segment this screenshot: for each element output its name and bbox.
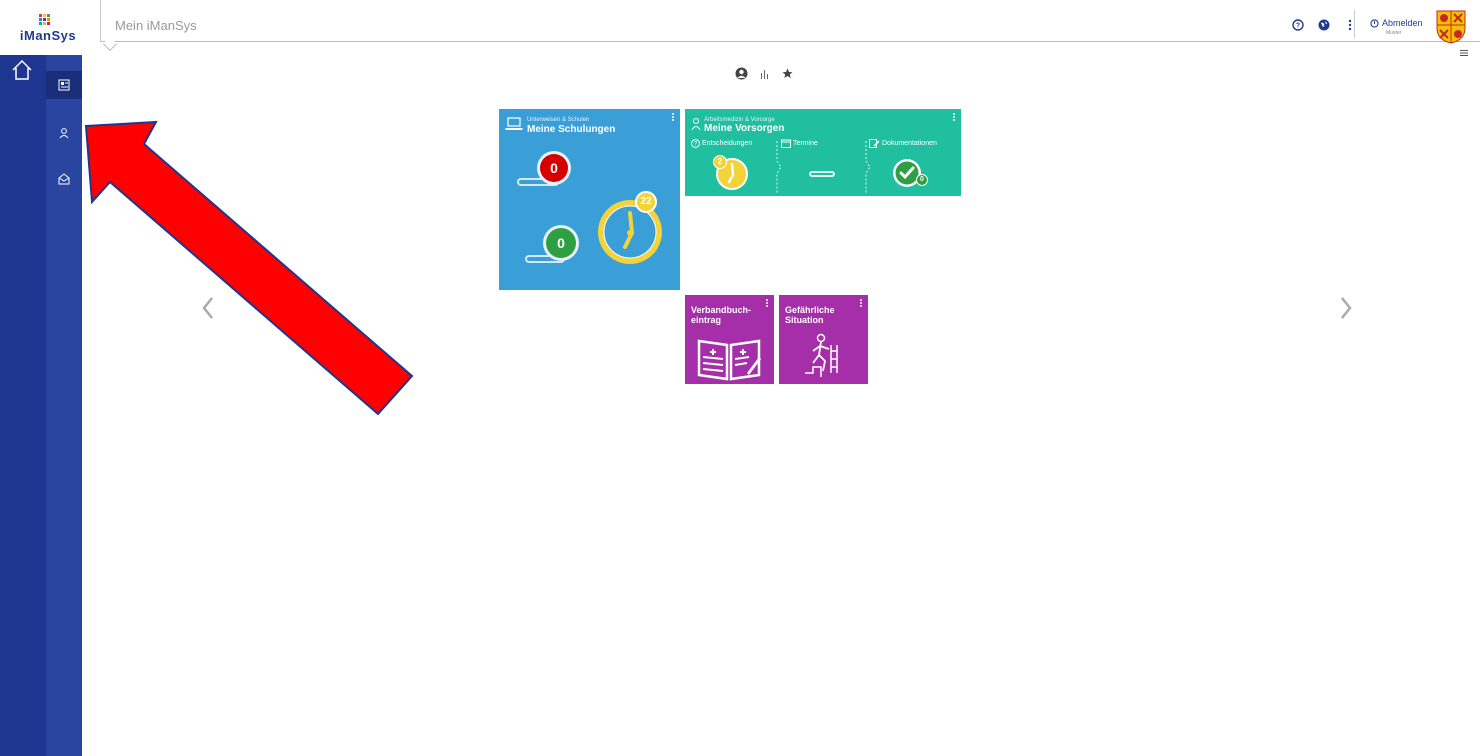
header-icons: ? (1292, 19, 1356, 31)
logo-text: iManSys (19, 28, 77, 43)
tile-title-line2: Situation (785, 315, 824, 325)
hamburger-icon[interactable] (1460, 48, 1468, 60)
documented-count-badge: 0 (916, 174, 928, 186)
user-name: Muster (1386, 30, 1402, 36)
tile-title-line1: Verbandbuch- (691, 305, 752, 315)
tile-title-line1: Gefährliche (785, 305, 835, 315)
tile-verbandbuch-eintrag[interactable]: Verbandbuch- eintrag (685, 295, 774, 384)
completed-count-badge: 0 (546, 228, 576, 258)
app-logo[interactable]: iManSys (6, 8, 90, 46)
section-dokumentationen[interactable]: Dokumentationen (869, 139, 937, 148)
laptop-icon (505, 117, 523, 130)
sidebar-submenu (46, 55, 82, 756)
page-title: Mein iManSys (115, 18, 197, 33)
sidebar-item-user[interactable] (46, 119, 82, 147)
view-toolbar (735, 67, 793, 82)
star-icon[interactable] (782, 68, 793, 81)
overdue-count-badge: 0 (540, 154, 568, 182)
section-divider (776, 141, 782, 193)
tile-meine-schulungen[interactable]: Unterweisen & Schulen Meine Schulungen 0… (499, 109, 680, 290)
section-termine[interactable]: Termine (781, 139, 818, 148)
power-icon (1370, 18, 1379, 28)
red-arrow-shape (84, 120, 414, 416)
first-aid-book-icon (697, 339, 761, 381)
doctor-icon (691, 118, 701, 131)
section-label: Dokumentationen (882, 140, 937, 147)
help-icon[interactable]: ? (1292, 19, 1304, 31)
bar-chart-icon[interactable] (760, 69, 770, 81)
logo-grid-icon (39, 14, 51, 26)
tile-menu-icon[interactable] (860, 299, 864, 308)
logout-label: Abmelden (1382, 18, 1423, 28)
tile-menu-icon[interactable] (953, 113, 957, 122)
globe-icon[interactable] (1318, 19, 1330, 31)
pending-count-badge: 2 (713, 155, 727, 169)
section-divider (865, 141, 871, 193)
tile-title: Meine Vorsorgen (704, 123, 785, 134)
pending-count-badge: 22 (635, 191, 657, 213)
coat-of-arms-logo (1436, 10, 1466, 44)
section-label: Entscheidungen (702, 140, 753, 147)
header-separator (1354, 10, 1355, 38)
tab-notch (102, 36, 118, 52)
appointments-track (809, 171, 835, 177)
tile-meine-vorsorgen[interactable]: Arbeitsmedizin & Vorsorge Meine Vorsorge… (685, 109, 961, 196)
logout-button[interactable]: Abmelden (1370, 18, 1423, 28)
home-icon[interactable] (10, 58, 34, 82)
tile-subtitle: Unterweisen & Schulen (527, 117, 590, 123)
page-title-tab: Mein iManSys (100, 0, 1480, 52)
tile-menu-icon[interactable] (766, 299, 770, 308)
mail-icon (58, 173, 70, 185)
section-entscheidungen[interactable]: ? Entscheidungen (691, 139, 752, 148)
tile-title-line2: eintrag (691, 315, 722, 325)
tile-title: Meine Schulungen (527, 124, 616, 135)
page: iManSys Mein iManSys ? Abmelden Muster U… (0, 0, 1480, 756)
user-icon (59, 128, 69, 139)
tile-gefaehrliche-situation[interactable]: Gefährliche Situation (779, 295, 868, 384)
user-circle-icon[interactable] (735, 67, 748, 82)
sidebar-item-mail[interactable] (46, 165, 82, 193)
sidebar-item-dashboard[interactable] (46, 71, 82, 99)
svg-text:?: ? (1296, 23, 1300, 30)
previous-arrow-icon[interactable] (200, 294, 216, 322)
section-label: Termine (793, 140, 818, 147)
dashboard-icon (58, 79, 70, 91)
top-bar: iManSys Mein iManSys ? Abmelden Muster (0, 0, 1480, 56)
question-icon: ? (691, 139, 700, 148)
tile-menu-icon[interactable] (672, 113, 676, 122)
falling-person-icon (805, 333, 838, 377)
next-arrow-icon[interactable] (1338, 294, 1354, 322)
